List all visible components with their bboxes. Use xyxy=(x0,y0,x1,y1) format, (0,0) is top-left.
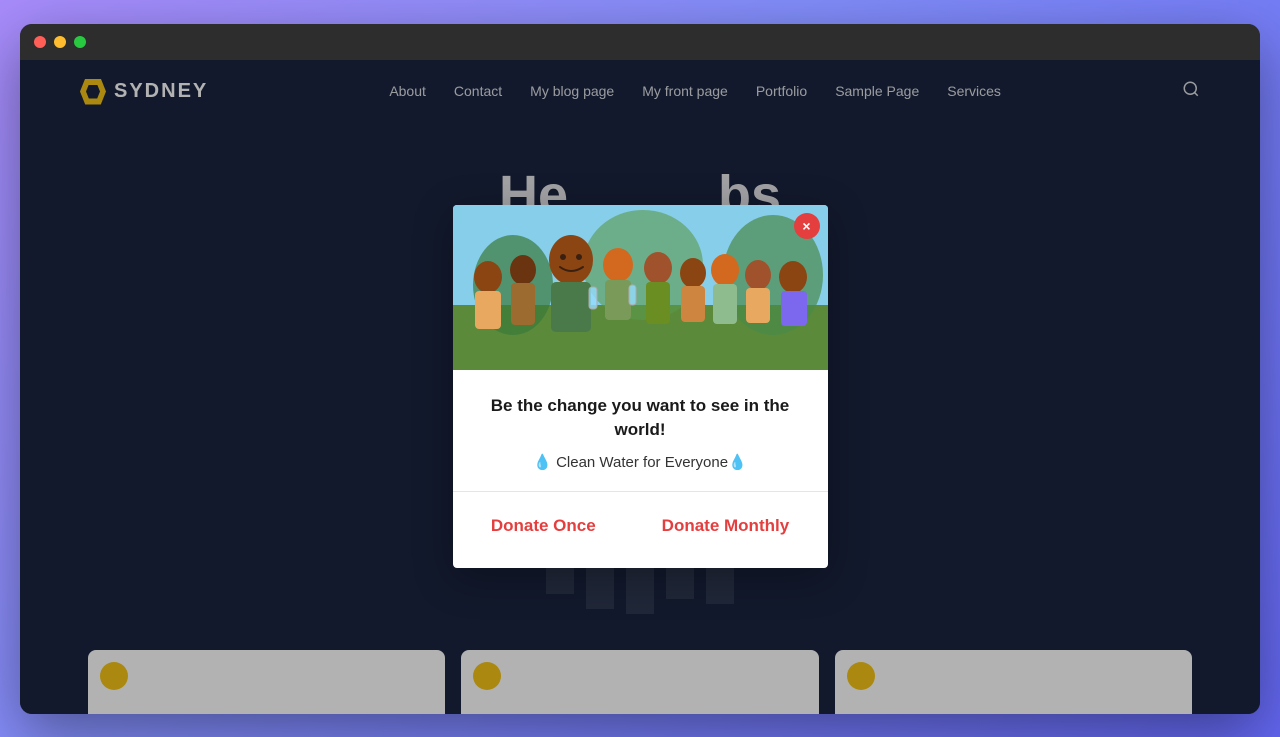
browser-chrome xyxy=(20,24,1260,60)
browser-window: SYDNEY About Contact My blog page My fro… xyxy=(20,24,1260,714)
modal-dialog: × Be the change you want to see in the w… xyxy=(453,205,828,569)
dot-yellow[interactable] xyxy=(54,36,66,48)
donate-once-button[interactable]: Donate Once xyxy=(483,512,604,540)
modal-title: Be the change you want to see in the wor… xyxy=(481,394,800,442)
site-content: SYDNEY About Contact My blog page My fro… xyxy=(20,60,1260,714)
modal-actions: Donate Once Donate Monthly xyxy=(481,512,800,548)
modal-subtitle: 💧 Clean Water for Everyone💧 xyxy=(481,453,800,471)
modal-body: Be the change you want to see in the wor… xyxy=(453,370,828,569)
modal-close-button[interactable]: × xyxy=(794,213,820,239)
donate-monthly-button[interactable]: Donate Monthly xyxy=(654,512,798,540)
modal-divider xyxy=(453,491,828,492)
modal-overlay[interactable]: × Be the change you want to see in the w… xyxy=(20,60,1260,714)
modal-image-svg xyxy=(453,205,828,370)
dot-green[interactable] xyxy=(74,36,86,48)
modal-image: × xyxy=(453,205,828,370)
dot-red[interactable] xyxy=(34,36,46,48)
